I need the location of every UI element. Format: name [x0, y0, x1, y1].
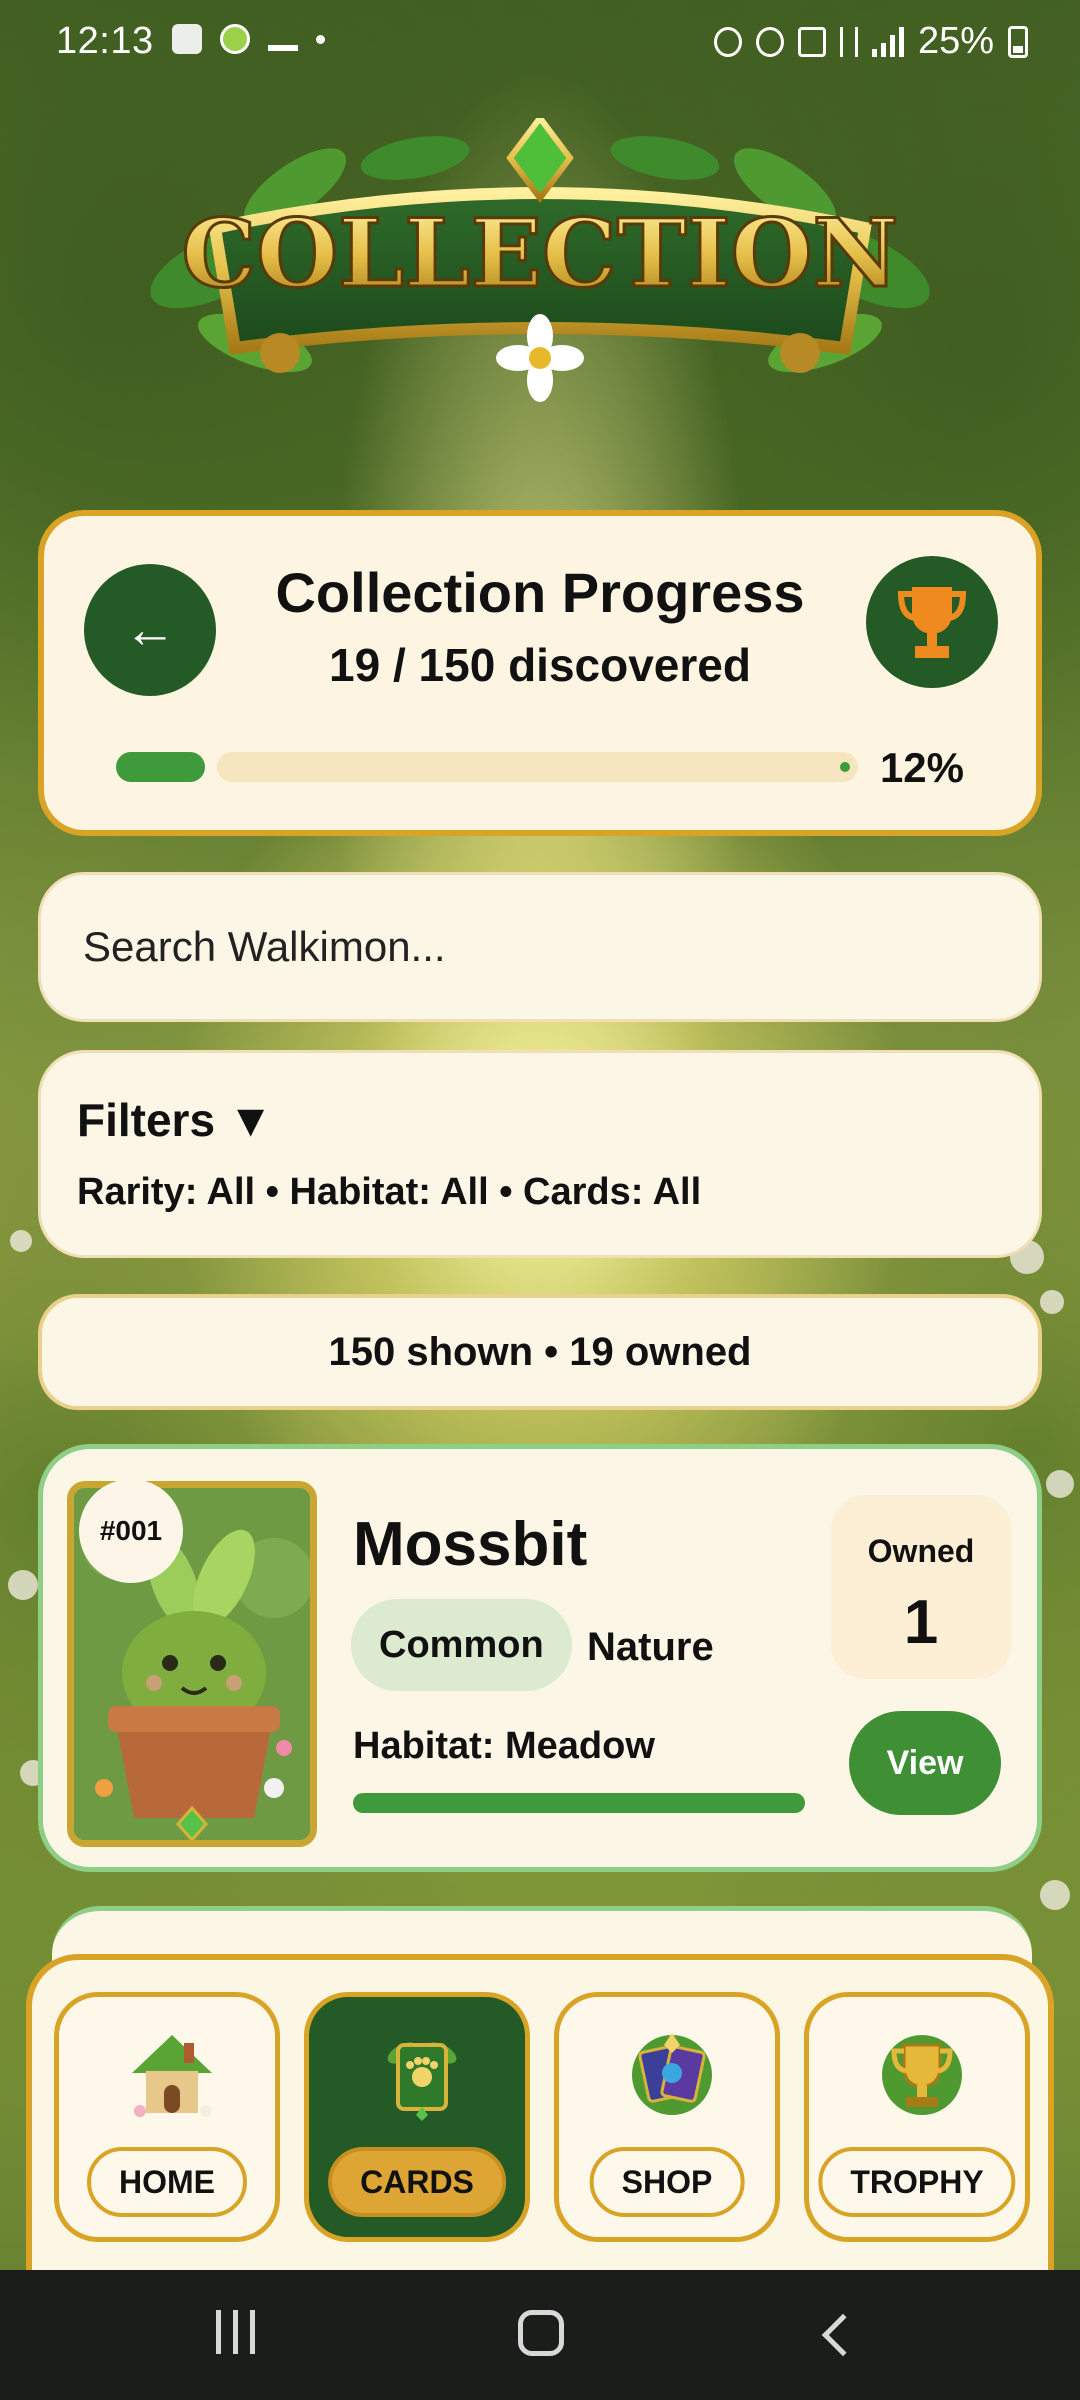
- card-deck-icon: [387, 2042, 457, 2121]
- network-4g-icon: [839, 26, 858, 57]
- nav-shop-label: SHOP: [589, 2147, 745, 2217]
- nav-cards[interactable]: CARDS: [304, 1992, 530, 2242]
- mute-icon: [797, 26, 826, 57]
- banner-art: COLLECTION: [150, 113, 930, 402]
- home-button[interactable]: [518, 2310, 564, 2356]
- progress-bar-end-dot: [840, 762, 850, 772]
- cottage-icon: [132, 2035, 212, 2117]
- owned-label: Owned: [867, 1533, 975, 1569]
- background-flower: [1040, 1290, 1064, 1314]
- nav-cards-label: CARDS: [328, 2147, 506, 2217]
- card-habitat: Habitat: Meadow: [353, 1725, 655, 1767]
- data-saver-icon: [713, 26, 742, 57]
- background-flower: [8, 1570, 38, 1600]
- card-type: Nature: [587, 1625, 714, 1669]
- search-input[interactable]: [41, 875, 1039, 1019]
- gallery-icon: [172, 24, 202, 54]
- battery-icon: [1008, 25, 1028, 58]
- card-progress-bar: [353, 1793, 805, 1813]
- filters-toggle[interactable]: Filters ▼: [77, 1093, 273, 1147]
- results-count: 150 shown • 19 owned: [328, 1330, 752, 1374]
- card-name: Mossbit: [353, 1510, 588, 1579]
- owned-count-box: Owned 1: [831, 1495, 1011, 1679]
- trophy-icon: [882, 2035, 962, 2115]
- status-time: 12:13: [56, 20, 154, 62]
- banner-title: COLLECTION: [181, 199, 898, 309]
- app-notification-icon: [220, 24, 250, 54]
- background-flower: [10, 1230, 32, 1252]
- nav-shop[interactable]: SHOP: [554, 1992, 780, 2242]
- nav-home-label: HOME: [87, 2147, 247, 2217]
- background-flower: [1040, 1880, 1070, 1910]
- signal-icon: [871, 26, 904, 57]
- progress-bar-track: [217, 752, 858, 782]
- more-notifications-dot: [316, 34, 325, 44]
- trophy-icon: [897, 587, 967, 658]
- rarity-badge: Common: [351, 1599, 572, 1691]
- collection-banner: COLLECTION: [145, 113, 935, 408]
- search-bar[interactable]: [38, 872, 1042, 1022]
- card-packs-icon: [632, 2033, 712, 2115]
- background-flower: [1046, 1470, 1074, 1498]
- card-list-item[interactable]: #001 Mossbit Common Nature Habitat: Mead…: [38, 1444, 1042, 1872]
- collection-progress-panel: ← Collection Progress 19 / 150 discovere…: [38, 510, 1042, 836]
- nav-home[interactable]: HOME: [54, 1992, 280, 2242]
- back-nav-button[interactable]: [821, 2313, 865, 2357]
- notification-icons: [172, 24, 325, 54]
- progress-bar-fill: [116, 752, 205, 782]
- notification-icon: [268, 27, 298, 51]
- battery-percent: 25%: [917, 20, 994, 62]
- status-bar: 12:13 25%: [0, 0, 1080, 86]
- filters-summary: Rarity: All • Habitat: All • Cards: All: [77, 1171, 702, 1213]
- collection-progress-bar: [116, 752, 858, 782]
- view-card-button[interactable]: View: [849, 1711, 1001, 1815]
- filters-panel[interactable]: Filters ▼ Rarity: All • Habitat: All • C…: [38, 1050, 1042, 1258]
- results-count-panel: 150 shown • 19 owned: [38, 1294, 1042, 1410]
- trophy-button[interactable]: [866, 556, 998, 688]
- alarm-icon: [755, 26, 784, 57]
- nav-trophy-label: TROPHY: [818, 2147, 1016, 2217]
- system-navigation-bar: [0, 2270, 1080, 2400]
- progress-percent: 12%: [879, 744, 964, 791]
- recent-apps-button[interactable]: [216, 2310, 255, 2354]
- bottom-navigation: HOME CARDS SHOP TROPHY: [26, 1954, 1054, 2270]
- owned-count: 1: [903, 1588, 939, 1657]
- card-number-badge: #001: [79, 1479, 183, 1583]
- nav-trophy[interactable]: TROPHY: [804, 1992, 1030, 2242]
- status-right: 25%: [713, 20, 1028, 63]
